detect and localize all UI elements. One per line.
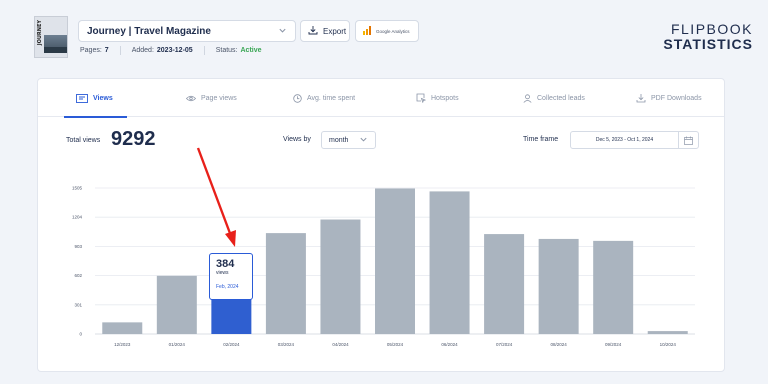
annotation-arrow (196, 147, 236, 247)
